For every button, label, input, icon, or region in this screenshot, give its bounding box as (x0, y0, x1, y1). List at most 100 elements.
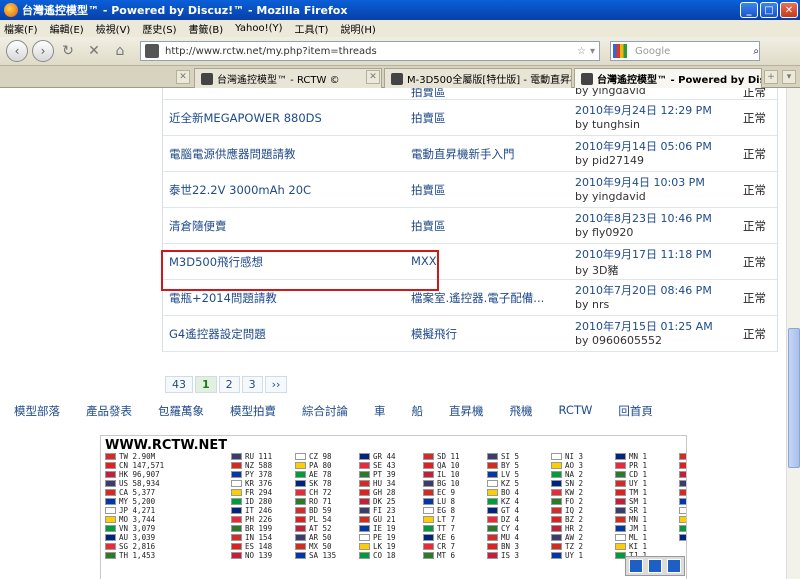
footer-link[interactable]: 回首頁 (618, 403, 653, 419)
bookmark-star-icon[interactable]: ☆ (577, 46, 586, 57)
tab-close-icon[interactable]: ✕ (176, 70, 190, 84)
menu-view[interactable]: 檢視(V) (96, 21, 131, 36)
flag-entry: MN 1 (615, 452, 679, 461)
page-link[interactable]: 2 (218, 376, 240, 393)
flag-entry-label: GR 44 (373, 452, 396, 461)
thread-forum[interactable]: 拍賣區 (411, 218, 561, 234)
thread-date[interactable]: 2010年7月15日 01:25 AM (575, 318, 713, 334)
thread-author[interactable]: by yingdavid (575, 88, 646, 97)
thread-forum[interactable]: 電動直昇機新手入門 (411, 146, 561, 162)
flag-column: SI 5 BY 5 LV 5 KZ 5 BO 4 KZ 4 GT 4 DZ 4 CY 4 MU 4… (487, 452, 551, 560)
thread-author[interactable]: by 0960605552 (575, 334, 662, 347)
thread-forum[interactable]: 檔案室.遙控器.電子配備... (411, 290, 561, 306)
tab-close-icon[interactable]: ✕ (366, 70, 380, 84)
footer-link[interactable]: 模型拍賣 (230, 403, 276, 419)
thread-subject[interactable]: 泰世22.2V 3000mAh 20C (169, 182, 311, 198)
forward-button[interactable]: › (32, 40, 54, 62)
toolbar-icon[interactable] (628, 559, 643, 573)
flag-counter[interactable]: WWW.RCTW.NET TW 2.90M CN 147,571 HK 96,907… (100, 435, 687, 579)
country-flag-icon (551, 543, 562, 550)
footer-link[interactable]: 飛機 (510, 403, 533, 419)
footer-link[interactable]: 包羅萬象 (158, 403, 204, 419)
tab-list-button[interactable]: ▾ (782, 70, 796, 84)
thread-author[interactable]: by pid27149 (575, 154, 644, 167)
thread-forum[interactable]: 拍賣區 (411, 88, 561, 100)
thread-forum[interactable]: 模擬飛行 (411, 326, 561, 342)
country-flag-icon (359, 489, 370, 496)
thread-author[interactable]: by yingdavid (575, 190, 646, 203)
toolbar-icon[interactable] (647, 559, 662, 573)
toolbar-icon[interactable] (667, 559, 682, 573)
thread-author[interactable]: by 3D豬 (575, 262, 618, 278)
close-window-button[interactable]: ✕ (780, 2, 798, 18)
page-current[interactable]: 1 (195, 376, 217, 393)
address-url[interactable]: http://www.rctw.net/my.php?item=threads (165, 46, 577, 57)
thread-date[interactable]: 2010年8月23日 10:46 PM (575, 210, 712, 226)
menu-yahoo[interactable]: Yahoo!(Y) (235, 23, 282, 34)
country-flag-icon (359, 480, 370, 487)
footer-link[interactable]: 產品發表 (86, 403, 132, 419)
thread-forum[interactable]: 拍賣區 (411, 110, 561, 126)
thread-subject[interactable]: G4遙控器設定問題 (169, 326, 266, 342)
thread-subject[interactable]: 電腦電源供應器問題請教 (169, 146, 296, 162)
menu-tools[interactable]: 工具(T) (295, 21, 329, 36)
reload-icon[interactable]: ↻ (58, 41, 78, 61)
back-button[interactable]: ‹ (6, 40, 28, 62)
flag-entry: JM 1 (615, 524, 679, 533)
dropdown-arrow-icon[interactable]: ▾ (590, 46, 595, 57)
flag-entry: SD 11 (423, 452, 487, 461)
menu-help[interactable]: 說明(H) (340, 21, 375, 36)
minimize-button[interactable]: _ (740, 2, 758, 18)
thread-date[interactable]: 2010年7月20日 08:46 PM (575, 282, 712, 298)
flag-entry: ES 148 (231, 542, 295, 551)
thread-author[interactable]: by fly0920 (575, 226, 633, 239)
page-next[interactable]: ›› (264, 376, 288, 393)
flag-entry-label: SR 1 (629, 506, 648, 515)
tab-m3d500[interactable]: M-3D500全屬版[特仕版] - 電動直昇機 (384, 68, 572, 88)
page-link[interactable]: 3 (241, 376, 263, 393)
table-row: G4遙控器設定問題 模擬飛行 2010年7月15日 01:25 AM by 09… (163, 316, 777, 352)
country-flag-icon (679, 462, 686, 469)
country-flag-icon (551, 525, 562, 532)
tab-rctw[interactable]: 台灣遙控模型™ - RCTW © (194, 68, 382, 88)
thread-subject[interactable]: M3D500飛行感想 (169, 254, 263, 270)
scrollbar-thumb[interactable] (788, 328, 800, 468)
thread-date[interactable]: 2010年9月24日 12:29 PM (575, 102, 712, 118)
new-tab-button[interactable]: + (764, 70, 778, 84)
footer-link[interactable]: 車 (374, 403, 386, 419)
menu-bookmarks[interactable]: 書籤(B) (189, 21, 224, 36)
flag-entry: RO 71 (295, 497, 359, 506)
tab-current[interactable]: 台灣遙控模型™ - Powered by Discuz! (574, 68, 762, 88)
thread-subject[interactable]: 電瓶+2014問題請教 (169, 290, 277, 306)
footer-link[interactable]: 直昇機 (449, 403, 484, 419)
menu-edit[interactable]: 編輯(E) (50, 21, 84, 36)
footer-link[interactable]: 模型部落 (14, 403, 60, 419)
search-placeholder[interactable]: Google (635, 46, 753, 57)
thread-forum[interactable]: 拍賣區 (411, 182, 561, 198)
footer-link[interactable]: 船 (412, 403, 424, 419)
thread-author[interactable]: by tunghsin (575, 118, 640, 131)
country-flag-icon (105, 507, 116, 514)
stop-icon[interactable]: ✕ (84, 41, 104, 61)
search-icon[interactable]: ⌕ (753, 46, 759, 57)
footer-link[interactable]: RCTW (559, 403, 593, 419)
thread-subject[interactable]: 清倉隨便賣 (169, 218, 227, 234)
thread-subject[interactable]: 近全新MEGAPOWER 880DS (169, 110, 322, 126)
menu-file[interactable]: 檔案(F) (4, 21, 38, 36)
maximize-button[interactable]: □ (760, 2, 778, 18)
search-box[interactable]: Google ⌕ (610, 41, 760, 61)
address-bar[interactable]: http://www.rctw.net/my.php?item=threads … (140, 41, 600, 61)
thread-date[interactable]: 2010年9月4日 10:03 PM (575, 174, 705, 190)
thread-forum[interactable]: MXX (411, 254, 561, 268)
footer-link[interactable]: 綜合討論 (302, 403, 348, 419)
thread-date[interactable]: 2010年9月14日 05:06 PM (575, 138, 712, 154)
flag-entry: UY 1 (551, 551, 615, 560)
flag-entry-label: RU 111 (245, 452, 273, 461)
table-row: 清倉隨便賣 拍賣區 2010年8月23日 10:46 PM by fly0920… (163, 208, 777, 244)
vertical-scrollbar[interactable] (786, 88, 800, 579)
home-icon[interactable]: ⌂ (110, 41, 130, 61)
menu-history[interactable]: 歷史(S) (142, 21, 176, 36)
thread-author[interactable]: by nrs (575, 298, 609, 311)
thread-date[interactable]: 2010年9月17日 11:18 PM (575, 246, 712, 262)
google-icon[interactable] (613, 44, 627, 58)
